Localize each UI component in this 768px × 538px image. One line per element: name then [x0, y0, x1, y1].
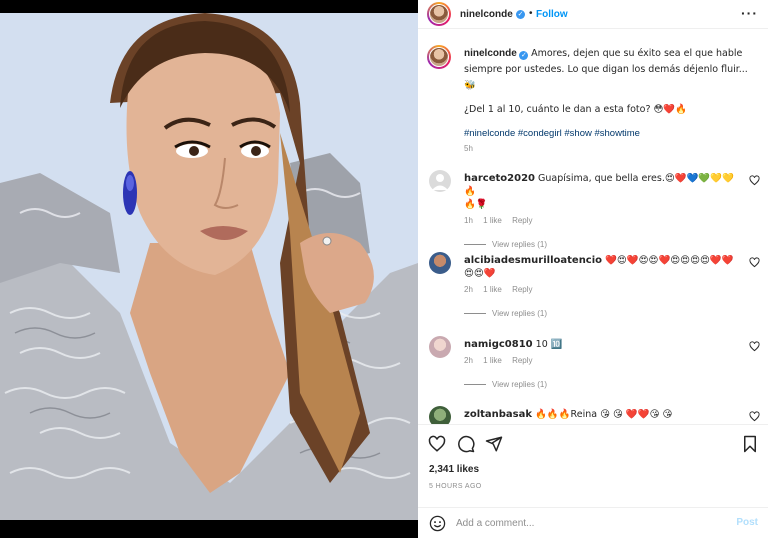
- comments-scroll-area[interactable]: ninelconde ✓ Amores, dejen que su éxito …: [418, 30, 768, 424]
- caption: ninelconde ✓ Amores, dejen que su éxito …: [464, 46, 759, 153]
- comment-meta: 2h 1 like Reply: [464, 285, 744, 294]
- comment-bubble-icon[interactable]: [457, 435, 475, 453]
- post-photo[interactable]: [0, 13, 418, 520]
- comment-likes[interactable]: 1 like: [483, 216, 502, 225]
- caption-line-1: Amores, dejen que su éxito sea el que ha…: [531, 48, 743, 59]
- comment-text: 🔥🔥🔥Reina 😘 😘 ❤️❤️😘 😘: [535, 409, 673, 420]
- hashtag-link[interactable]: #showtime: [594, 128, 639, 139]
- post-timestamp: 5 HOURS AGO: [429, 483, 482, 490]
- separator-dot: •: [529, 8, 533, 19]
- commenter-username[interactable]: harceto2020: [464, 173, 535, 184]
- view-replies-line: [464, 244, 486, 246]
- comment-age: 1h: [464, 216, 473, 225]
- hashtag-link[interactable]: #ninelconde: [464, 128, 515, 139]
- commenter-avatar[interactable]: [429, 336, 451, 358]
- comment-item: zoltanbasak 🔥🔥🔥Reina 😘 😘 ❤️❤️😘 😘: [418, 406, 768, 424]
- comment-like-heart-icon[interactable]: [749, 175, 760, 186]
- comment-age: 2h: [464, 285, 473, 294]
- post-actions: 2,341 likes 5 HOURS AGO: [418, 424, 768, 508]
- portrait-illustration: [0, 13, 418, 520]
- share-direct-icon[interactable]: [485, 435, 503, 453]
- comment-like-heart-icon[interactable]: [749, 411, 760, 422]
- caption-verified-icon: ✓: [519, 51, 529, 60]
- author-username[interactable]: ninelconde: [460, 9, 513, 20]
- caption-line-4: ¿Del 1 al 10, cuánto le dan a esta foto?…: [464, 104, 688, 115]
- comment-item: alcibiadesmurilloatencio ❤️😍❤️😍😍❤️😍😍😍😍❤️…: [418, 252, 768, 332]
- commenter-avatar[interactable]: [429, 406, 451, 424]
- commenter-username[interactable]: zoltanbasak: [464, 409, 532, 420]
- comment-likes[interactable]: 1 like: [483, 356, 502, 365]
- caption-line-2: siempre por ustedes. Lo que digan los de…: [464, 64, 748, 75]
- comment-item: harceto2020 Guapísima, que bella eres.😍❤…: [418, 170, 768, 250]
- reply-button[interactable]: Reply: [512, 216, 532, 225]
- comment-like-heart-icon[interactable]: [749, 341, 760, 352]
- caption-author-avatar[interactable]: [427, 45, 451, 69]
- comment-meta: 1h 1 like Reply: [464, 216, 736, 225]
- comment-text: ❤️😍❤️😍😍❤️😍😍😍😍❤️❤️: [605, 255, 734, 266]
- hashtag-list: #ninelconde #condegirl #show #showtime: [464, 126, 759, 142]
- view-replies-line: [464, 384, 486, 386]
- post-media[interactable]: [0, 0, 418, 538]
- commenter-username[interactable]: alcibiadesmurilloatencio: [464, 255, 602, 266]
- follow-button[interactable]: Follow: [536, 9, 568, 20]
- add-comment-input[interactable]: [456, 514, 726, 532]
- like-heart-icon[interactable]: [428, 435, 446, 453]
- comment-text-continued: 😍😍❤️: [464, 268, 496, 279]
- comment-age: 2h: [464, 356, 473, 365]
- hashtag-link[interactable]: #condegirl: [518, 128, 562, 139]
- emoji-smiley-icon[interactable]: [429, 515, 446, 532]
- comment-likes[interactable]: 1 like: [483, 285, 502, 294]
- like-count[interactable]: 2,341 likes: [429, 464, 479, 475]
- more-options-icon[interactable]: ···: [741, 5, 758, 21]
- comment-meta: 2h 1 like Reply: [464, 356, 736, 365]
- comment-like-heart-icon[interactable]: [749, 257, 760, 268]
- comment-text: 10 🔟: [535, 339, 563, 350]
- view-replies-button[interactable]: View replies (1): [464, 380, 736, 389]
- verified-badge-icon: ✓: [516, 10, 525, 19]
- post-header: ninelconde ✓ • Follow ···: [418, 0, 768, 29]
- view-replies-button[interactable]: View replies (1): [464, 309, 744, 318]
- view-replies-line: [464, 313, 486, 315]
- save-bookmark-icon[interactable]: [742, 435, 758, 453]
- comment-text-continued: 🔥🌹: [464, 199, 488, 210]
- post-comment-button[interactable]: Post: [736, 517, 758, 528]
- author-avatar[interactable]: [427, 2, 451, 26]
- post-sidebar: ninelconde ✓ • Follow ··· ninelconde ✓ A…: [418, 0, 768, 538]
- view-replies-button[interactable]: View replies (1): [464, 240, 736, 249]
- instagram-post-modal: ninelconde ✓ • Follow ··· ninelconde ✓ A…: [0, 0, 768, 538]
- caption-username[interactable]: ninelconde: [464, 48, 517, 59]
- reply-button[interactable]: Reply: [512, 285, 532, 294]
- commenter-avatar[interactable]: [429, 252, 451, 274]
- hashtag-link[interactable]: #show: [564, 128, 591, 139]
- comment-item: namigc0810 10 🔟 2h 1 like Reply View rep…: [418, 336, 768, 406]
- commenter-username[interactable]: namigc0810: [464, 339, 533, 350]
- caption-line-3: 🐝: [464, 80, 476, 91]
- caption-age: 5h: [464, 144, 473, 153]
- commenter-avatar[interactable]: [429, 170, 451, 192]
- reply-button[interactable]: Reply: [512, 356, 532, 365]
- add-comment-bar: Post: [418, 507, 768, 538]
